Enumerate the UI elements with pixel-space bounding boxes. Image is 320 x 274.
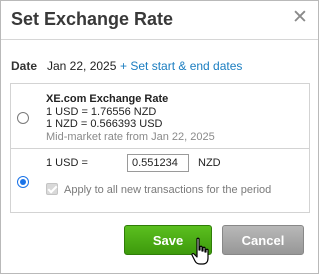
- custom-rate-input[interactable]: [127, 154, 189, 172]
- dialog-title: Set Exchange Rate: [11, 9, 174, 29]
- custom-rate-currency: NZD: [198, 157, 221, 169]
- dialog-header: Set Exchange Rate ✕: [1, 1, 318, 40]
- close-icon[interactable]: ✕: [290, 7, 310, 29]
- xe-rate-note: Mid-market rate from Jan 22, 2025: [46, 130, 215, 143]
- date-value: Jan 22, 2025: [47, 59, 117, 73]
- xe-rate-usd-nzd: 1 USD = 1.76556 NZD: [46, 105, 157, 118]
- custom-rate-prefix: 1 USD =: [46, 157, 88, 169]
- date-label: Date: [11, 59, 38, 73]
- rate-options: XE.com Exchange Rate 1 USD = 1.76556 NZD…: [10, 83, 310, 213]
- custom-rate-radio[interactable]: [17, 176, 29, 188]
- xe-rate-title: XE.com Exchange Rate: [46, 93, 169, 105]
- hand-cursor-icon: [191, 237, 209, 265]
- apply-all-checkbox[interactable]: [46, 183, 58, 195]
- date-row: Date Jan 22, 2025 + Set start & end date…: [11, 59, 242, 73]
- set-start-end-dates-link[interactable]: + Set start & end dates: [120, 59, 242, 73]
- apply-all-label: Apply to all new transactions for the pe…: [64, 184, 272, 196]
- cancel-button[interactable]: Cancel: [222, 225, 304, 255]
- custom-rate-line: 1 USD = NZD: [46, 154, 221, 172]
- xe-rate-nzd-usd: 1 NZD = 0.566393 USD: [46, 118, 163, 130]
- custom-rate-option[interactable]: 1 USD = NZD Apply to all new transaction…: [11, 149, 309, 212]
- xe-rate-radio[interactable]: [17, 112, 29, 124]
- xe-rate-option[interactable]: XE.com Exchange Rate 1 USD = 1.76556 NZD…: [11, 84, 309, 149]
- exchange-rate-dialog: Set Exchange Rate ✕ Date Jan 22, 2025 + …: [0, 0, 319, 274]
